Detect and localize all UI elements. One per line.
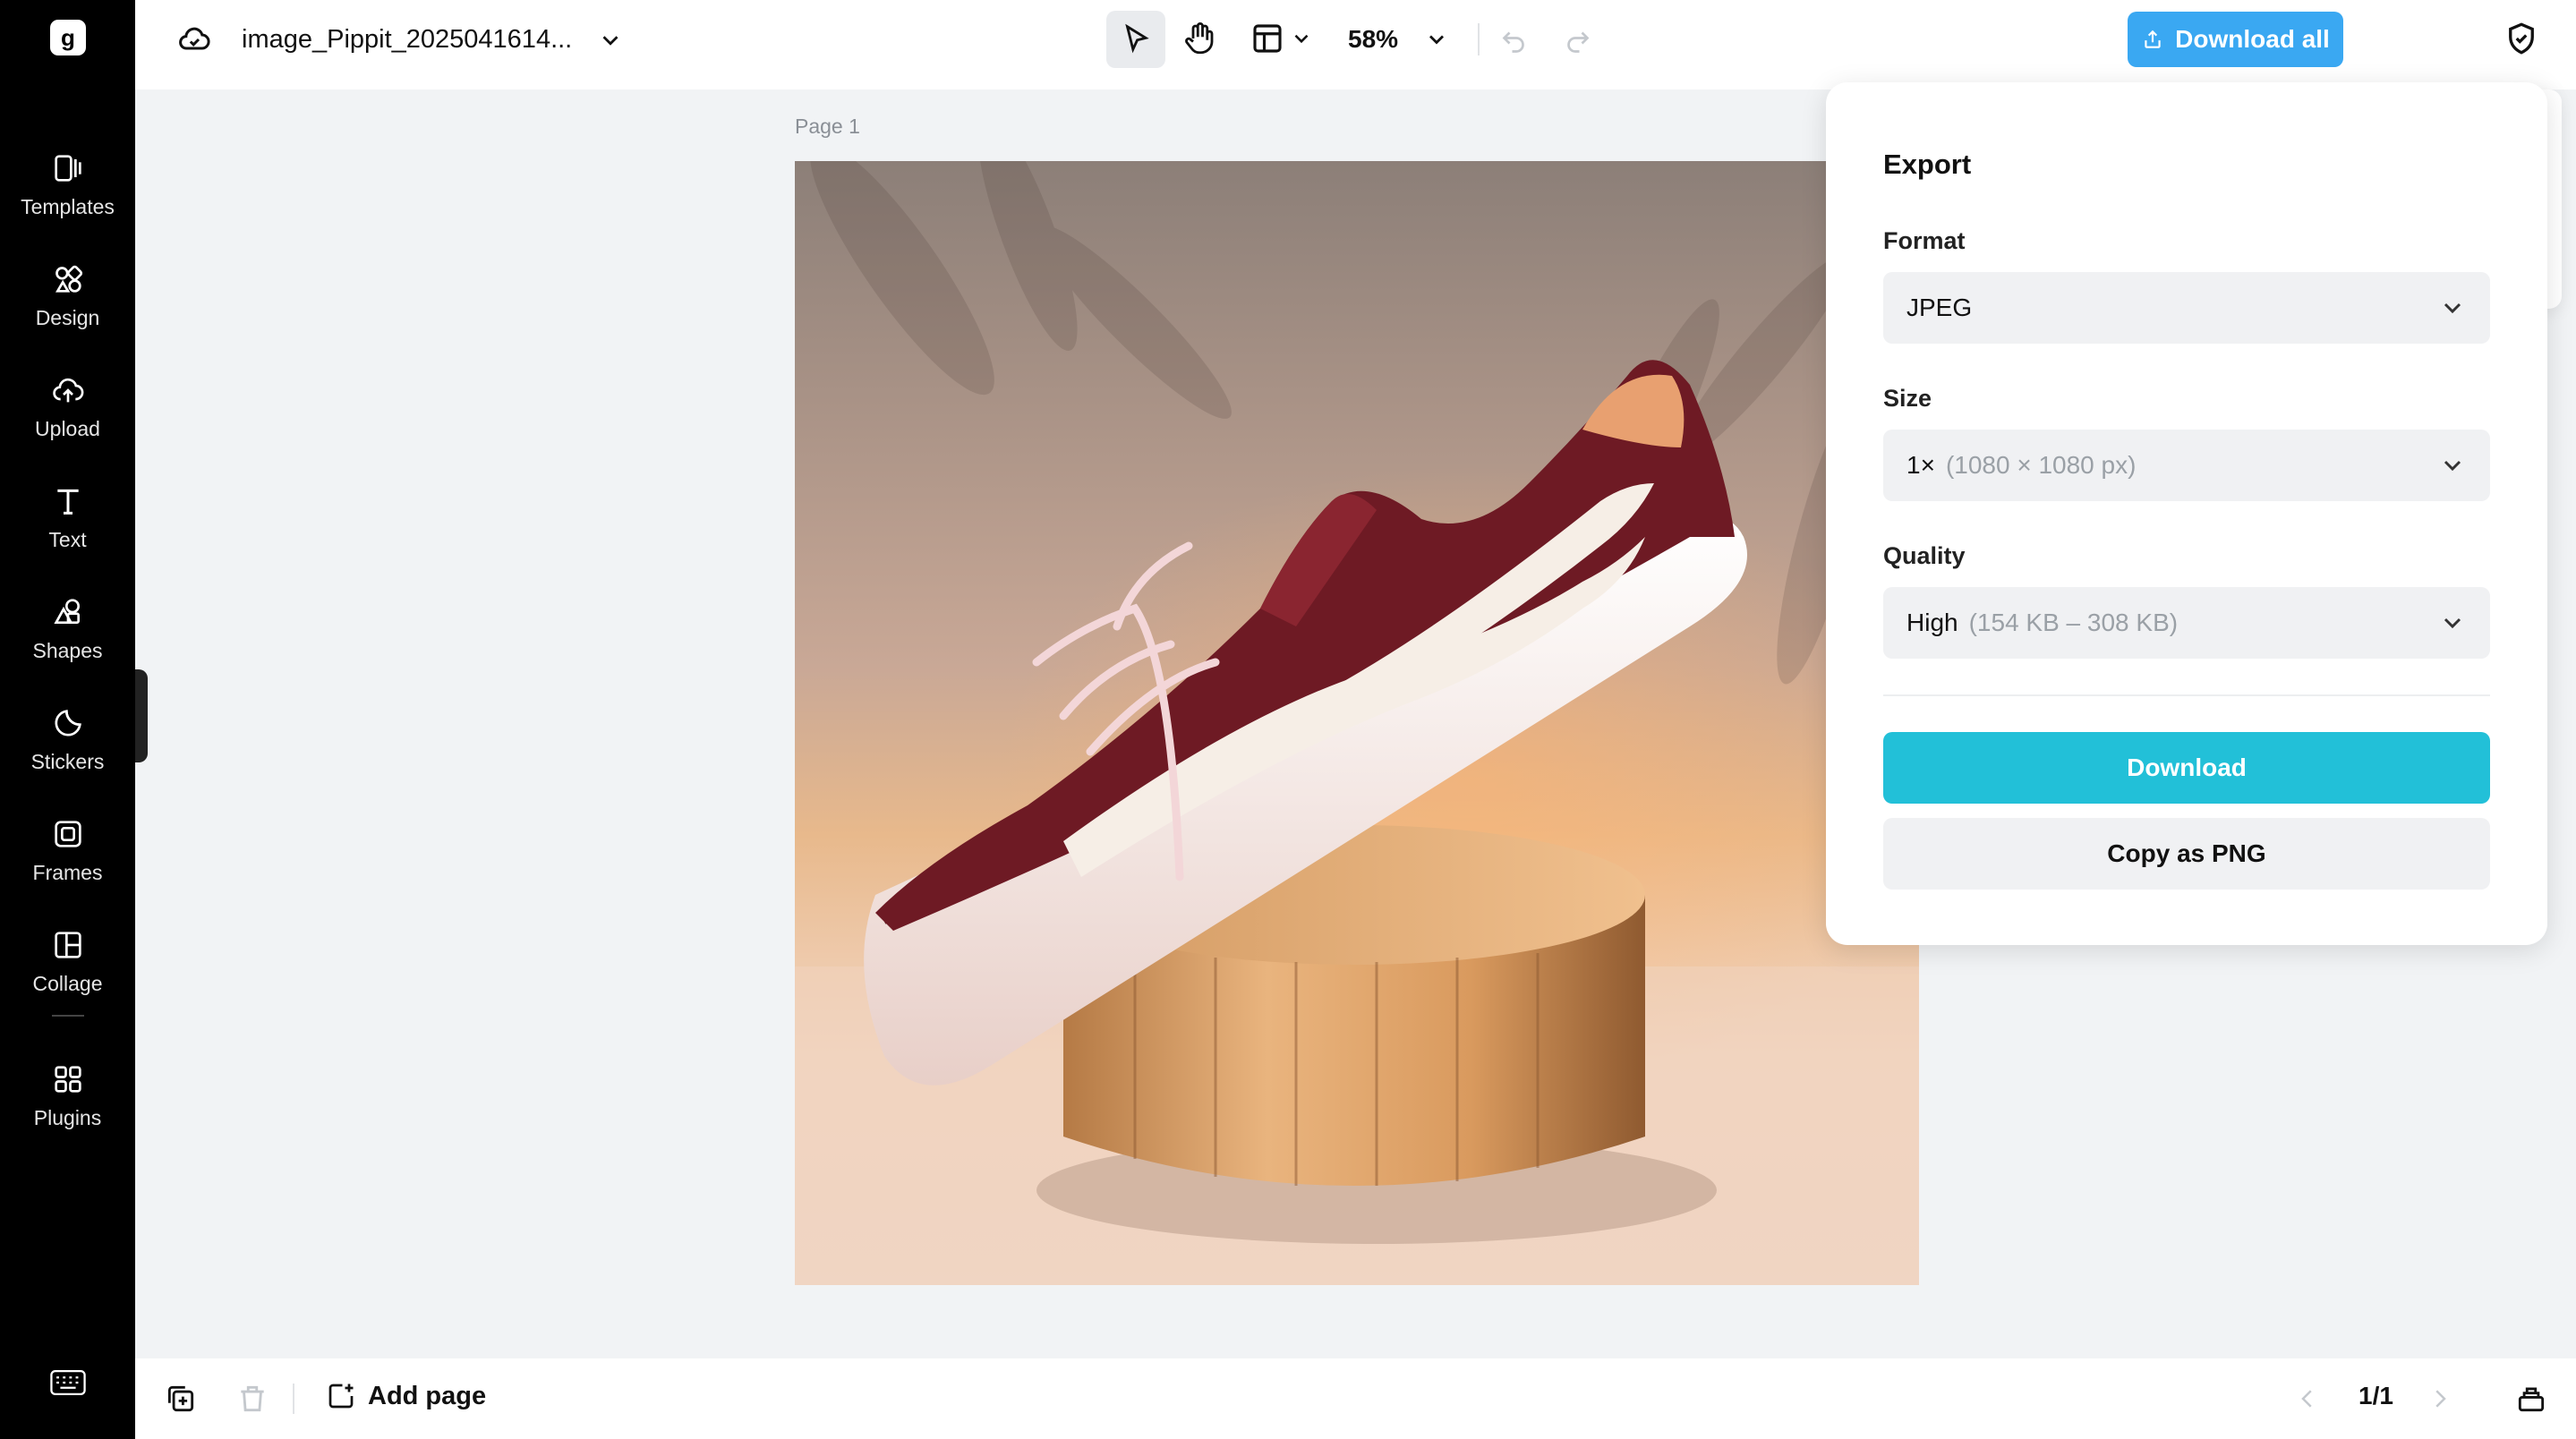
chevron-down-icon: [2444, 302, 2461, 314]
frames-icon: [54, 821, 81, 847]
quality-detail: (154 KB – 308 KB): [1968, 609, 2179, 636]
templates-icon: [54, 155, 81, 182]
sidebar-label-text: Text: [48, 528, 87, 551]
shapes-icon: [53, 599, 80, 624]
redo-icon[interactable]: [1562, 23, 1594, 55]
plugins-icon: [54, 1066, 81, 1093]
page-counter: 1/1: [2358, 1382, 2393, 1409]
app-logo[interactable]: g: [50, 20, 86, 55]
copy-as-png-button[interactable]: Copy as PNG: [1883, 818, 2490, 890]
download-all-label: Download all: [2175, 25, 2330, 53]
zoom-chevron-down-icon[interactable]: [1424, 27, 1449, 52]
chevron-down-icon: [2444, 460, 2461, 472]
export-panel: [1826, 82, 2547, 945]
export-title: Export: [1883, 149, 1972, 180]
next-page-icon[interactable]: [2427, 1385, 2453, 1412]
sidebar-item-collage[interactable]: Collage: [0, 911, 135, 1009]
download-button[interactable]: Download: [1883, 732, 2490, 804]
size-detail: (1080 × 1080 px): [1945, 451, 2137, 479]
layout-icon[interactable]: [1249, 20, 1286, 57]
undo-icon[interactable]: [1497, 23, 1530, 55]
stickers-icon: [55, 710, 81, 737]
sidebar-label-upload: Upload: [35, 417, 100, 440]
panel-divider: [1883, 694, 2490, 696]
add-page-button[interactable]: Add page: [325, 1380, 486, 1412]
sidebar-label-collage: Collage: [32, 972, 103, 995]
shield-check-icon[interactable]: [2503, 20, 2540, 57]
upload-icon: [52, 378, 83, 403]
quality-select[interactable]: High (154 KB – 308 KB): [1883, 587, 2490, 659]
sidebar-item-templates[interactable]: Templates: [0, 134, 135, 233]
sidebar-item-frames[interactable]: Frames: [0, 800, 135, 898]
hand-icon: [1185, 22, 1214, 55]
cursor-icon: [1125, 23, 1149, 54]
sidebar-item-plugins[interactable]: Plugins: [0, 1045, 135, 1144]
text-icon: [56, 489, 79, 515]
sidebar-item-design[interactable]: Design: [0, 245, 135, 344]
sidebar-collapse-handle[interactable]: [135, 669, 148, 762]
add-page-icon: [328, 1384, 354, 1409]
keyboard-shortcuts-icon[interactable]: [50, 1369, 86, 1396]
cloud-save-icon[interactable]: [176, 21, 212, 57]
collage-icon: [54, 932, 81, 958]
select-tool-button[interactable]: [1106, 11, 1165, 68]
sidebar-item-text[interactable]: Text: [0, 467, 135, 566]
size-select[interactable]: 1× (1080 × 1080 px): [1883, 430, 2490, 501]
sidebar-label-design: Design: [35, 306, 100, 329]
sidebar-item-stickers[interactable]: Stickers: [0, 689, 135, 788]
download-all-button[interactable]: Download all: [2128, 12, 2343, 67]
duplicate-page-icon[interactable]: [164, 1382, 198, 1416]
chevron-down-icon[interactable]: [597, 27, 624, 54]
format-label: Format: [1883, 227, 1966, 254]
chevron-down-icon: [2444, 617, 2461, 629]
sidebar-item-shapes[interactable]: Shapes: [0, 578, 135, 677]
sidebar-label-plugins: Plugins: [33, 1106, 102, 1129]
layers-icon[interactable]: [2514, 1382, 2548, 1416]
add-page-label: Add page: [368, 1381, 487, 1410]
left-sidebar: g Templates Design Upload Text Shapes St…: [0, 0, 135, 1439]
sneaker-photo: [795, 161, 1919, 1285]
toolbar-divider: [1478, 23, 1480, 55]
sidebar-label-templates: Templates: [21, 195, 115, 218]
trash-icon[interactable]: [235, 1382, 269, 1416]
size-label: Size: [1883, 385, 1932, 412]
canvas-image[interactable]: [795, 161, 1919, 1285]
zoom-level[interactable]: 58%: [1348, 21, 1398, 57]
bottom-toolbar: Add page 1/1: [135, 1358, 2576, 1439]
design-icon: [55, 265, 82, 293]
size-value: 1×: [1906, 451, 1935, 479]
sidebar-item-upload[interactable]: Upload: [0, 356, 135, 455]
file-name[interactable]: image_Pippit_2025041614...: [242, 21, 572, 57]
previous-page-icon[interactable]: [2294, 1385, 2321, 1412]
quality-value: High: [1906, 609, 1958, 636]
page-label: Page 1: [795, 115, 860, 138]
format-select[interactable]: JPEG: [1883, 272, 2490, 344]
sidebar-label-shapes: Shapes: [32, 639, 103, 662]
export-icon: [2145, 30, 2161, 48]
format-value: JPEG: [1906, 294, 1973, 321]
sidebar-label-frames: Frames: [32, 861, 103, 884]
hand-tool-button[interactable]: [1181, 20, 1218, 57]
sidebar-label-stickers: Stickers: [30, 750, 105, 773]
bottombar-divider: [293, 1384, 294, 1414]
layout-chevron-down-icon[interactable]: [1290, 27, 1313, 50]
sidebar-divider: [52, 1015, 84, 1017]
quality-label: Quality: [1883, 542, 1966, 569]
